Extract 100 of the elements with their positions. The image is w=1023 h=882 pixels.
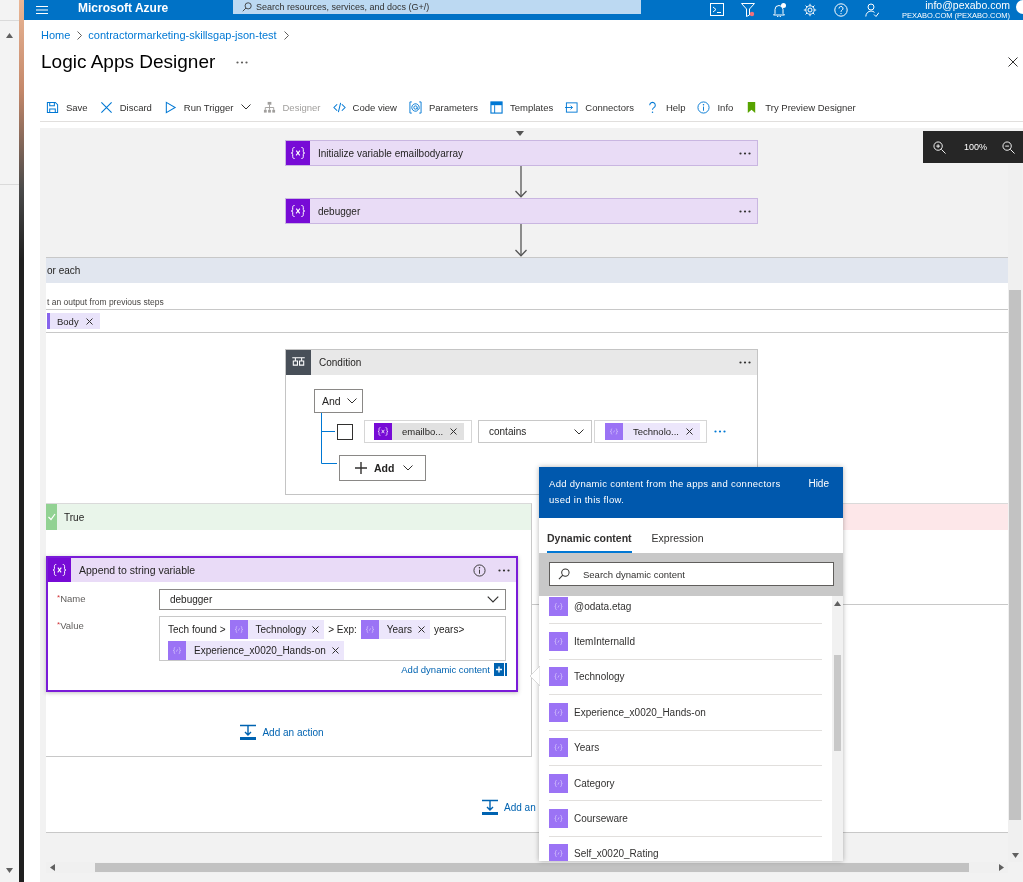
remove-icon[interactable] <box>418 626 425 633</box>
search-icon <box>558 568 570 580</box>
info-icon[interactable] <box>473 563 486 577</box>
condition-header[interactable]: Condition <box>286 350 757 375</box>
caret-icon[interactable] <box>240 104 251 110</box>
name-dropdown[interactable]: debugger <box>159 589 506 610</box>
input-field[interactable]: Body <box>46 309 1008 333</box>
scroll-thumb[interactable] <box>1009 290 1021 820</box>
checkbox[interactable] <box>337 423 353 440</box>
dynamic-token[interactable]: Experience_x0020_Hands-on <box>168 641 344 660</box>
step-title: Condition <box>319 357 362 368</box>
arrow-down-icon[interactable] <box>1011 853 1019 858</box>
settings-icon[interactable] <box>803 3 817 17</box>
info-icon <box>697 100 711 114</box>
menu-icon[interactable] <box>36 5 48 15</box>
arrow-up-icon[interactable] <box>834 601 841 606</box>
operator-dropdown[interactable]: contains <box>478 420 592 443</box>
close-icon[interactable] <box>1008 57 1018 67</box>
search-field[interactable]: Search resources, services, and docs (G+/) <box>233 0 641 14</box>
dynamic-content-item[interactable]: Technology <box>549 659 822 696</box>
braces-icon <box>549 738 568 758</box>
more-icon[interactable] <box>739 151 751 155</box>
zoom-level: 100% <box>964 142 988 152</box>
dynamic-content-item[interactable]: Years <box>549 730 822 766</box>
output-token[interactable]: Body <box>47 313 100 329</box>
help-icon[interactable] <box>834 3 848 17</box>
dynamic-content-item[interactable]: Experience_x0020_Hands-on <box>549 695 822 731</box>
arrow-right-icon[interactable] <box>999 864 1004 871</box>
loop-header[interactable]: or each <box>46 257 1008 283</box>
remove-icon[interactable] <box>331 647 339 654</box>
add-action-link[interactable]: Add an <box>481 799 536 816</box>
arrow-down-icon[interactable] <box>6 868 13 873</box>
help-button[interactable]: Help <box>645 97 686 117</box>
chevron-icon[interactable] <box>403 465 414 471</box>
branch-header[interactable]: True <box>46 504 531 530</box>
dynamic-token[interactable]: Technolo... <box>605 423 700 440</box>
chevron-right-icon <box>283 30 289 40</box>
code-view-button[interactable]: Code view <box>332 97 397 117</box>
step-card[interactable]: debugger <box>285 198 758 224</box>
chevron-icon[interactable] <box>574 428 584 435</box>
dynamic-content-item[interactable]: Courseware <box>549 801 822 837</box>
remove-icon[interactable] <box>685 428 693 435</box>
dynamic-content-item[interactable]: Category <box>549 765 822 802</box>
zoom-in-icon[interactable] <box>933 140 946 154</box>
discard-button[interactable]: Discard <box>99 97 152 117</box>
more-icon[interactable] <box>498 568 510 572</box>
more-icon[interactable] <box>739 209 751 213</box>
panel-tab[interactable]: Expression <box>651 532 704 553</box>
scroll-thumb[interactable] <box>834 655 841 751</box>
token-field[interactable]: Technolo... <box>594 420 707 443</box>
scroll-thumb[interactable] <box>95 863 969 872</box>
dynamic-content-item[interactable]: ItemInternalId <box>549 624 822 660</box>
braces-icon <box>549 667 568 687</box>
info-button[interactable]: Info <box>697 97 734 117</box>
save-button[interactable]: Save <box>46 97 88 117</box>
terminal-icon[interactable] <box>710 3 724 17</box>
remove-icon[interactable] <box>450 428 458 435</box>
action-card[interactable]: Append to string variable *Name debugger *Value Tech found > Technology > Exp: Years years> Experience_x0020_Hands-on Add dynamic content <box>46 556 518 692</box>
group-dropdown[interactable]: And <box>314 389 363 413</box>
hide-button[interactable]: Hide <box>808 478 829 489</box>
add-action-link[interactable]: Add an action <box>239 724 324 741</box>
more-icon[interactable] <box>236 60 249 64</box>
add-dynamic-content-link[interactable]: Add dynamic content <box>401 664 490 675</box>
condition-icon <box>286 350 311 375</box>
plus-icon <box>355 462 367 474</box>
breadcrumb-link[interactable]: contractormarketing-skillsgap-json-test <box>88 29 277 41</box>
dynamic-token[interactable]: Technology <box>229 620 325 639</box>
dynamic-content-item[interactable]: Self_x0020_Rating <box>549 836 822 861</box>
preview-designer-button[interactable]: Try Preview Designer <box>745 97 856 117</box>
chevron-icon[interactable] <box>487 596 499 603</box>
list-scrollbar[interactable] <box>832 596 843 861</box>
person-icon[interactable] <box>865 3 879 17</box>
more-icon[interactable] <box>739 361 751 364</box>
search-field[interactable]: Search dynamic content <box>549 562 834 586</box>
chevron-icon[interactable] <box>347 398 357 404</box>
run-trigger-button[interactable]: Run Trigger <box>163 97 251 117</box>
dynamic-content-item[interactable]: @odata.etag <box>549 596 822 625</box>
code-icon <box>332 100 346 114</box>
arrow-up-icon[interactable] <box>6 33 13 38</box>
connectors-button[interactable]: Connectors <box>565 97 634 117</box>
variable-icon <box>286 141 310 165</box>
brand-name[interactable]: Microsoft Azure <box>78 0 233 15</box>
remove-icon[interactable] <box>85 317 93 325</box>
funnel-icon[interactable] <box>741 3 755 17</box>
arrow-left-icon[interactable] <box>50 864 55 871</box>
zoom-out-icon[interactable] <box>1002 140 1016 154</box>
remove-icon[interactable] <box>312 626 320 633</box>
value-field[interactable]: Tech found > Technology > Exp: Years years> Experience_x0020_Hands-on <box>159 616 506 661</box>
breadcrumb-link[interactable]: Home <box>41 29 71 41</box>
token-field[interactable]: emailbo... <box>364 420 472 443</box>
step-card[interactable]: Initialize variable emailbodyarray <box>285 140 758 166</box>
add-button[interactable]: Add <box>339 455 426 481</box>
side-scrollbar[interactable] <box>0 0 19 882</box>
add-content-icon[interactable] <box>494 663 507 676</box>
avatar-icon[interactable] <box>1016 0 1023 14</box>
templates-button[interactable]: Templates <box>490 97 554 117</box>
dynamic-token[interactable]: Years <box>360 620 430 639</box>
bell-icon[interactable] <box>772 3 786 17</box>
variable-token[interactable]: emailbo... <box>374 423 465 440</box>
parameters-button[interactable]: Parameters <box>408 97 478 117</box>
